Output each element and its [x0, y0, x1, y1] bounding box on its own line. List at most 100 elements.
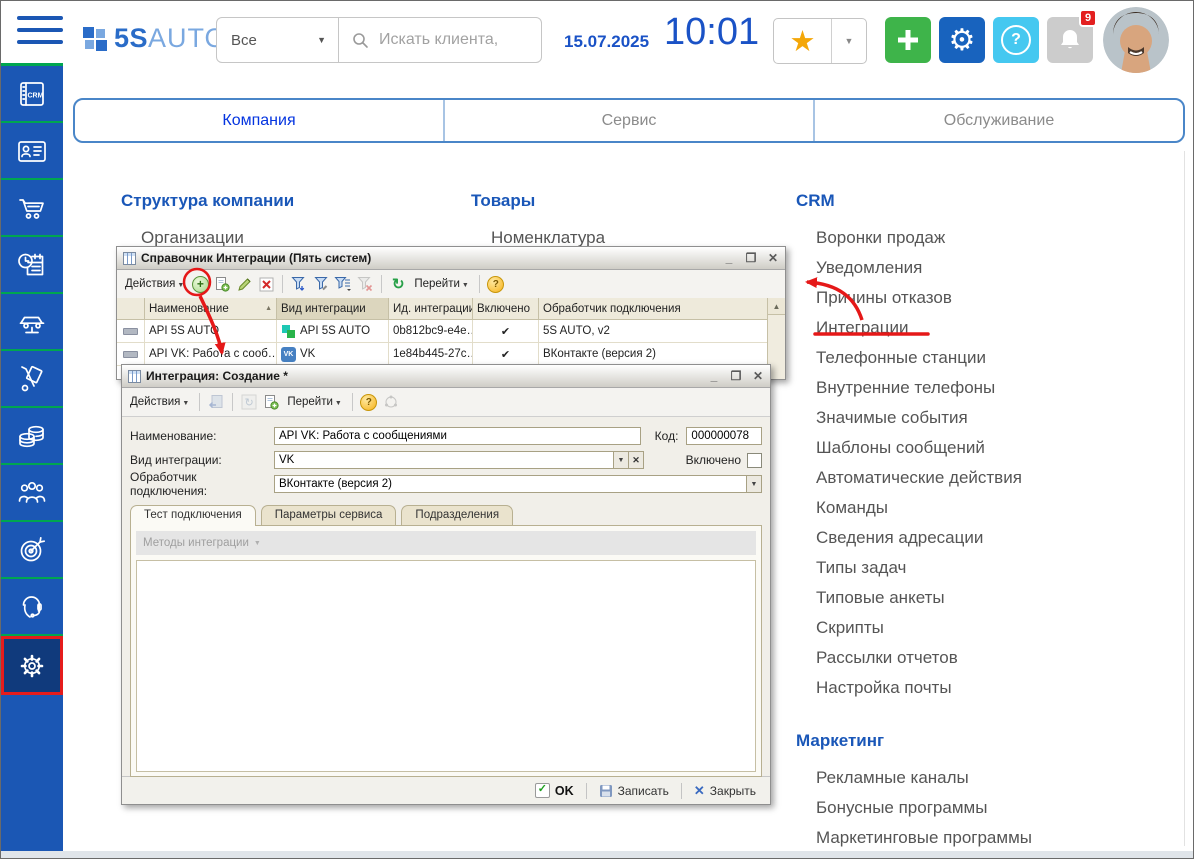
edit-icon[interactable]	[235, 275, 253, 293]
sidebar-item-warehouse[interactable]	[1, 351, 63, 408]
tab-departments[interactable]: Подразделения	[401, 505, 513, 525]
menu-item[interactable]: Телефонные станции	[796, 343, 1022, 373]
chevron-down-icon: ▼	[462, 282, 469, 289]
close-icon[interactable]: ✕	[767, 251, 779, 265]
brand-name-bold: 5S	[114, 23, 148, 54]
dialog1-titlebar[interactable]: Справочник Интеграции (Пять систем) _ ❒ …	[117, 247, 785, 270]
sidebar-item-settings[interactable]	[1, 636, 63, 695]
name-field[interactable]: API VK: Работа с сообщениями	[274, 427, 641, 445]
minimize-icon[interactable]: _	[708, 369, 720, 383]
help-icon[interactable]: ?	[360, 393, 378, 411]
help-icon[interactable]: ?	[487, 275, 505, 293]
tab-connection-test[interactable]: Тест подключения	[130, 505, 256, 525]
menu-item[interactable]: Воронки продаж	[796, 223, 1022, 253]
menu-item[interactable]: Сведения адресации	[796, 523, 1022, 553]
filter-quick-icon[interactable]	[312, 275, 330, 293]
code-field-label: Код:	[655, 429, 679, 443]
menu-item[interactable]: Типовые анкеты	[796, 583, 1022, 613]
menu-item[interactable]: Скрипты	[796, 613, 1022, 643]
sidebar-item-schedule[interactable]	[1, 237, 63, 294]
maximize-icon[interactable]: ❒	[730, 369, 742, 383]
structure-icon[interactable]	[382, 393, 400, 411]
integration-methods-select[interactable]: Методы интеграции▼	[136, 531, 756, 555]
settings-button[interactable]: ⚙	[939, 17, 985, 63]
col-id[interactable]: Ид. интеграции	[389, 298, 473, 319]
dialog2-titlebar[interactable]: Интеграция: Создание * _ ❒ ✕	[122, 365, 770, 388]
close-button[interactable]: ✕Закрыть	[690, 781, 760, 801]
enabled-checkbox[interactable]	[747, 453, 762, 468]
kind-field[interactable]: VK	[274, 451, 614, 469]
sidebar-item-targets[interactable]	[1, 522, 63, 579]
methods-content-area[interactable]	[136, 560, 756, 772]
menu-item[interactable]: Команды	[796, 493, 1022, 523]
sidebar-item-sales[interactable]	[1, 180, 63, 237]
star-icon[interactable]: ★	[774, 19, 832, 63]
tab-maintenance[interactable]: Обслуживание	[813, 100, 1183, 141]
menu-item-integrations[interactable]: Интеграции	[796, 313, 1022, 343]
filter-by-value-icon[interactable]	[334, 275, 352, 293]
filter-clear-icon[interactable]	[356, 275, 374, 293]
handler-dropdown-icon[interactable]: ▼	[747, 475, 762, 493]
add-icon[interactable]: +	[191, 275, 209, 293]
col-name[interactable]: Наименование▲	[145, 298, 277, 319]
sidebar-item-support[interactable]	[1, 579, 63, 636]
kind-clear-icon[interactable]: ✕	[629, 451, 644, 469]
menu-item[interactable]: Бонусные программы	[796, 793, 1032, 823]
reread-icon[interactable]: ↻	[240, 393, 258, 411]
code-field[interactable]: 000000078	[686, 427, 762, 445]
add-button[interactable]	[885, 17, 931, 63]
kind-dropdown-icon[interactable]: ▼	[614, 451, 629, 469]
ok-button[interactable]: ✓OK	[531, 781, 578, 800]
menu-item[interactable]: Внутренние телефоны	[796, 373, 1022, 403]
maximize-icon[interactable]: ❒	[745, 251, 757, 265]
menu-item[interactable]: Причины отказов	[796, 283, 1022, 313]
menu-item[interactable]: Рекламные каналы	[796, 763, 1032, 793]
tab-service-params[interactable]: Параметры сервиса	[261, 505, 397, 525]
menu-item[interactable]: Автоматические действия	[796, 463, 1022, 493]
search-input[interactable]	[377, 30, 541, 50]
table-row[interactable]: API VK: Работа с сооб… VKVK 1e84b445-27c…	[117, 343, 768, 366]
menu-item[interactable]: Уведомления	[796, 253, 1022, 283]
sidebar-item-crm[interactable]: CRM	[1, 66, 63, 123]
menu-item[interactable]: Рассылки отчетов	[796, 643, 1022, 673]
menu-item[interactable]: Шаблоны сообщений	[796, 433, 1022, 463]
copy-icon[interactable]	[213, 275, 231, 293]
filter-set-icon[interactable]	[290, 275, 308, 293]
col-kind[interactable]: Вид интеграции	[277, 298, 389, 319]
actions-button[interactable]: Действия▼	[122, 276, 187, 292]
tab-company[interactable]: Компания	[75, 100, 443, 141]
top-header: 5SAUTO Все ▼ 15.07.2025 10:01 ★ ▼	[1, 1, 1193, 98]
actions-button[interactable]: Действия▼	[127, 394, 192, 410]
sidebar: CRM	[1, 63, 63, 858]
minimize-icon[interactable]: _	[723, 251, 735, 265]
col-marker[interactable]	[117, 298, 145, 319]
go-button[interactable]: Перейти▼	[411, 276, 472, 292]
menu-icon[interactable]	[17, 16, 63, 50]
sidebar-item-clients[interactable]	[1, 123, 63, 180]
favorites-dropdown[interactable]: ▼	[832, 19, 866, 63]
close-icon[interactable]: ✕	[752, 369, 764, 383]
help-button[interactable]: ?	[993, 17, 1039, 63]
page-scroll-track[interactable]	[1184, 151, 1185, 846]
col-enabled[interactable]: Включено	[473, 298, 539, 319]
delete-icon[interactable]	[257, 275, 275, 293]
sidebar-item-finance[interactable]	[1, 408, 63, 465]
menu-item[interactable]: Маркетинговые программы	[796, 823, 1032, 853]
save-close-icon[interactable]	[207, 393, 225, 411]
table-row[interactable]: API 5S AUTO API 5S AUTO 0b812bc9-e4e… ✔ …	[117, 320, 768, 343]
avatar[interactable]	[1103, 7, 1169, 73]
go-button[interactable]: Перейти▼	[284, 394, 345, 410]
sidebar-item-staff[interactable]	[1, 465, 63, 522]
handler-field[interactable]: ВКонтакте (версия 2)	[274, 475, 747, 493]
search-scope-select[interactable]: Все ▼	[217, 18, 339, 62]
menu-item[interactable]: Настройка почты	[796, 673, 1022, 703]
menu-item[interactable]: Значимые события	[796, 403, 1022, 433]
refresh-icon[interactable]: ↻	[389, 275, 407, 293]
settings-gear-icon	[14, 648, 50, 684]
tab-service[interactable]: Сервис	[443, 100, 813, 141]
save-button[interactable]: Записать	[595, 782, 673, 800]
col-handler[interactable]: Обработчик подключения	[539, 298, 768, 319]
copy-icon[interactable]	[262, 393, 280, 411]
menu-item[interactable]: Типы задач	[796, 553, 1022, 583]
sidebar-item-service[interactable]	[1, 294, 63, 351]
